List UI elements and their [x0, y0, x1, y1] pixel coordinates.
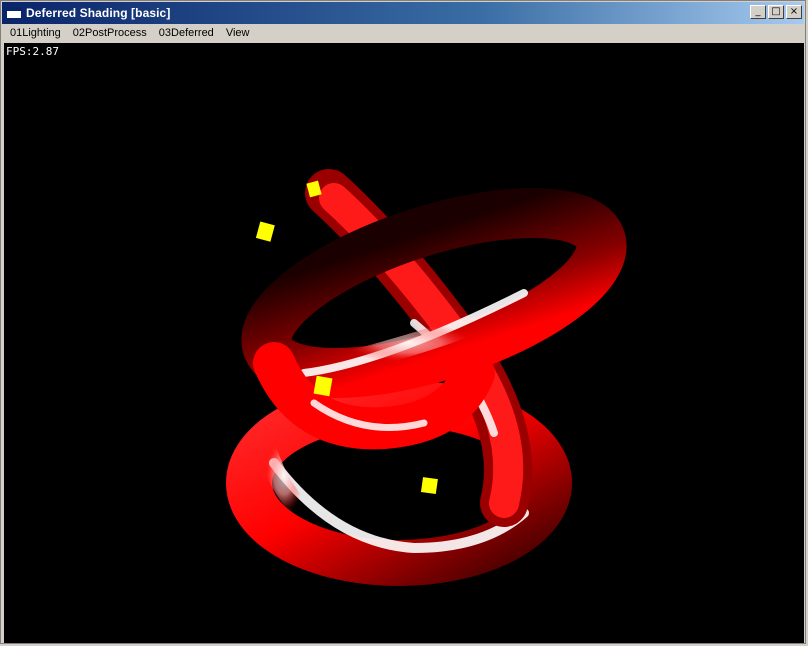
menu-item-view[interactable]: View [220, 24, 256, 43]
light-marker [420, 477, 438, 495]
app-window-icon[interactable] [6, 7, 22, 19]
render-viewport[interactable]: FPS:2.87 [4, 43, 804, 643]
maximize-button[interactable]: □ [768, 5, 784, 19]
torus-knot-render [226, 169, 627, 586]
caption-buttons: _ □ × [748, 5, 802, 19]
menu-item-lighting[interactable]: 01Lighting [2, 24, 67, 43]
fps-counter: FPS:2.87 [6, 45, 59, 58]
minimize-button[interactable]: _ [750, 5, 766, 19]
title-bar[interactable]: Deferred Shading [basic] _ □ × [2, 2, 804, 24]
app-window: Deferred Shading [basic] _ □ × 01Lightin… [0, 0, 806, 644]
menu-item-deferred[interactable]: 03Deferred [153, 24, 220, 43]
light-marker [313, 375, 333, 397]
menu-item-postprocess[interactable]: 02PostProcess [67, 24, 153, 43]
window-title: Deferred Shading [basic] [26, 6, 171, 20]
close-button[interactable]: × [786, 5, 802, 19]
menu-bar: 01Lighting 02PostProcess 03Deferred View [2, 24, 804, 43]
light-marker [255, 221, 275, 242]
